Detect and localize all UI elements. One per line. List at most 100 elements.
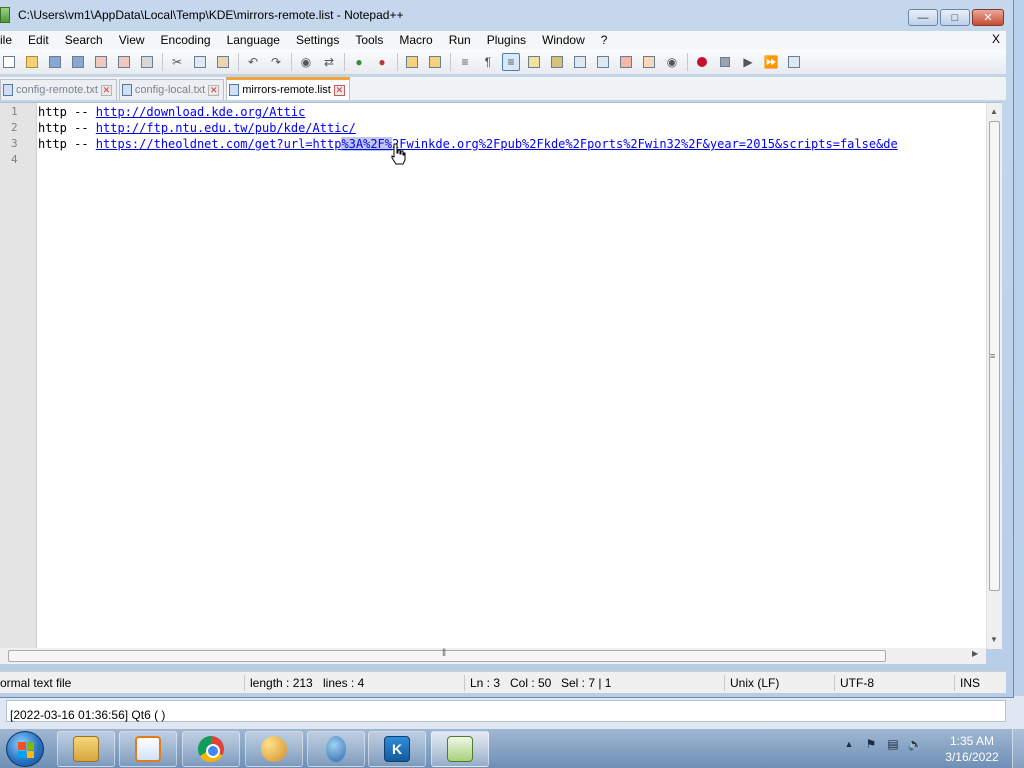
save-icon[interactable] xyxy=(46,53,64,71)
zoom-in-icon[interactable]: ● xyxy=(350,53,368,71)
undo-icon[interactable]: ↶ xyxy=(244,53,262,71)
folder-workspace-icon[interactable] xyxy=(571,53,589,71)
close-all-icon[interactable] xyxy=(115,53,133,71)
print-icon[interactable] xyxy=(138,53,156,71)
close-window-button[interactable]: ✕ xyxy=(972,9,1004,26)
menu-tools[interactable]: Tools xyxy=(347,33,391,47)
title-bar[interactable]: C:\Users\vm1\AppData\Local\Temp\KDE\mirr… xyxy=(0,0,1014,30)
line-prefix: http -- xyxy=(38,105,96,119)
indent-guide-icon[interactable]: ≡ xyxy=(502,52,520,71)
record-macro-icon[interactable] xyxy=(693,53,711,71)
eye-icon[interactable]: ◉ xyxy=(663,53,681,71)
menu-encoding[interactable]: Encoding xyxy=(153,33,219,47)
menu-plugins[interactable]: Plugins xyxy=(479,33,534,47)
url-link-part[interactable]: https://theoldnet.com/get?url=http xyxy=(96,137,342,151)
status-column: Col : 50 xyxy=(510,676,552,690)
sync-horizontal-icon[interactable] xyxy=(426,53,444,71)
minimize-button[interactable]: — xyxy=(908,9,938,26)
menu-help[interactable]: ? xyxy=(593,33,616,47)
redo-icon[interactable]: ↷ xyxy=(267,53,285,71)
action-center-flag-icon[interactable]: ⚑ xyxy=(864,737,878,751)
taskbar-paint[interactable] xyxy=(245,731,303,767)
selected-text[interactable]: %3A%2F% xyxy=(341,137,393,151)
menu-run[interactable]: Run xyxy=(441,33,479,47)
volume-icon[interactable]: 🔈 xyxy=(908,737,923,751)
window-title: C:\Users\vm1\AppData\Local\Temp\KDE\mirr… xyxy=(18,8,404,22)
monitoring-icon[interactable] xyxy=(617,53,635,71)
tab-mirrors-remote[interactable]: mirrors-remote.list ✕ xyxy=(226,77,350,100)
taskbar-notepad-plus-plus[interactable] xyxy=(431,731,489,767)
close-icon: ✕ xyxy=(983,12,993,24)
open-file-icon[interactable] xyxy=(23,53,41,71)
play-macro-icon[interactable]: ▶ xyxy=(739,53,757,71)
close-icon[interactable] xyxy=(92,53,110,71)
system-clock[interactable]: 1:35 AM 3/16/2022 xyxy=(936,733,1008,765)
tab-config-local[interactable]: config-local.txt ✕ xyxy=(118,79,225,100)
tab-label: config-local.txt xyxy=(134,84,206,96)
tab-close-icon[interactable]: ✕ xyxy=(208,84,220,96)
line-prefix: http -- xyxy=(38,137,96,151)
taskbar-explorer[interactable] xyxy=(57,731,115,767)
url-link[interactable]: http://ftp.ntu.edu.tw/pub/kde/Attic/ xyxy=(96,121,356,135)
function-list-icon[interactable] xyxy=(548,53,566,71)
zoom-out-icon[interactable]: ● xyxy=(373,53,391,71)
tab-close-icon[interactable]: ✕ xyxy=(333,84,345,96)
menu-search[interactable]: Search xyxy=(57,33,111,47)
start-button[interactable] xyxy=(6,731,44,767)
line-number-gutter: 1 2 3 4 xyxy=(0,103,37,649)
save-macro-icon[interactable] xyxy=(785,53,803,71)
menu-view[interactable]: View xyxy=(111,33,153,47)
menu-file[interactable]: ile xyxy=(0,33,20,47)
water-drop-icon xyxy=(326,736,346,762)
find-icon[interactable]: ◉ xyxy=(297,53,315,71)
menu-edit[interactable]: Edit xyxy=(20,33,57,47)
taskbar-media-player[interactable] xyxy=(119,731,177,767)
menu-macro[interactable]: Macro xyxy=(391,33,440,47)
toolbar-separator xyxy=(162,52,163,71)
show-all-chars-icon[interactable]: ¶ xyxy=(479,53,497,71)
maximize-button[interactable]: □ xyxy=(940,9,970,26)
status-eol: Unix (LF) xyxy=(730,676,780,690)
cut-icon[interactable]: ✂ xyxy=(168,53,186,71)
paste-icon[interactable] xyxy=(214,53,232,71)
horizontal-scrollbar[interactable]: ‖ ▶ xyxy=(0,648,986,664)
menu-language[interactable]: Language xyxy=(219,33,288,47)
tab-close-icon[interactable]: ✕ xyxy=(100,84,112,96)
new-file-icon[interactable] xyxy=(0,53,18,71)
stop-recording-icon[interactable] xyxy=(716,53,734,71)
url-link[interactable]: http://download.kde.org/Attic xyxy=(96,105,306,119)
code-text-area[interactable]: http -- http://download.kde.org/Attic ht… xyxy=(38,103,986,649)
doc-map-icon[interactable] xyxy=(525,53,543,71)
taskbar-kde[interactable]: K xyxy=(368,731,426,767)
close-document-button[interactable]: X xyxy=(992,32,1000,46)
tab-config-remote[interactable]: config-remote.txt ✕ xyxy=(0,79,117,100)
minimize-icon: — xyxy=(917,11,929,24)
menu-settings[interactable]: Settings xyxy=(288,33,347,47)
taskbar-chrome[interactable] xyxy=(182,731,240,767)
status-divider xyxy=(954,675,955,691)
menu-window[interactable]: Window xyxy=(534,33,593,47)
code-line[interactable]: http -- http://download.kde.org/Attic xyxy=(38,104,305,120)
editor-area[interactable]: 1 2 3 4 http -- http://download.kde.org/… xyxy=(0,102,1002,649)
doc-list-icon[interactable] xyxy=(594,53,612,71)
word-wrap-icon[interactable]: ≡ xyxy=(456,53,474,71)
copy-icon[interactable] xyxy=(191,53,209,71)
scroll-up-icon[interactable]: ▲ xyxy=(990,107,998,116)
replace-icon[interactable]: ⇄ xyxy=(320,53,338,71)
save-all-icon[interactable] xyxy=(69,53,87,71)
taskbar-drop-app[interactable] xyxy=(307,731,365,767)
vertical-scrollbar[interactable]: ▲ ≡ ▼ xyxy=(986,103,1002,649)
show-hidden-icons-icon[interactable]: ▲ xyxy=(842,737,856,751)
horizontal-scroll-thumb[interactable] xyxy=(8,650,886,662)
code-line[interactable]: http -- https://theoldnet.com/get?url=ht… xyxy=(38,136,898,152)
sync-vertical-icon[interactable] xyxy=(403,53,421,71)
run-macro-multiple-icon[interactable]: ⏩ xyxy=(762,53,780,71)
code-line[interactable]: http -- http://ftp.ntu.edu.tw/pub/kde/At… xyxy=(38,120,356,136)
user-lang-icon[interactable] xyxy=(640,53,658,71)
show-desktop-button[interactable] xyxy=(1012,729,1024,768)
scroll-down-icon[interactable]: ▼ xyxy=(990,635,998,644)
status-lines: lines : 4 xyxy=(323,676,365,690)
scroll-right-icon[interactable]: ▶ xyxy=(972,649,978,658)
url-link-part[interactable]: 2Fwinkde.org%2Fpub%2Fkde%2Fports%2Fwin32… xyxy=(392,137,898,151)
network-icon[interactable]: ▤ xyxy=(886,737,900,751)
